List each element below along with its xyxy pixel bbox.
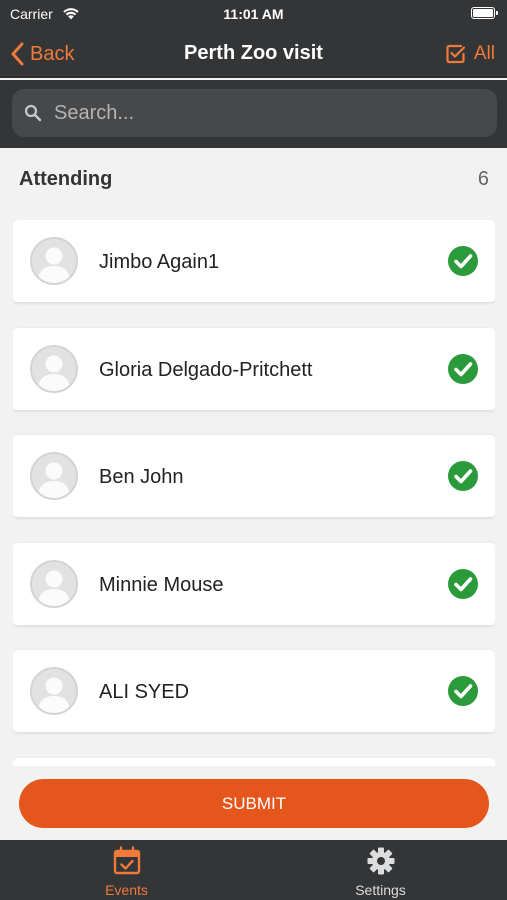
select-all-label: All [473,43,495,64]
navigation-bar: Back Perth Zoo visit All [0,30,507,78]
list-item[interactable]: Jimbo Again1 [13,220,495,302]
list-item[interactable]: Ben John [13,435,495,517]
page-title: Perth Zoo visit [184,42,323,64]
search-input[interactable] [54,101,474,125]
check-circle-icon[interactable] [448,568,478,604]
avatar-icon [30,559,78,608]
calendar-check-icon [113,846,141,875]
tab-events[interactable]: Events [0,840,253,900]
attendee-list: Jimbo Again1 Gloria Delgado-Pritchett Be… [13,220,495,766]
clock-time: 11:01 AM [223,6,284,22]
section-title: Attending [19,168,113,190]
gear-icon [367,847,395,875]
attendee-name: Minnie Mouse [99,573,224,596]
tab-events-label: Events [105,882,148,898]
attendee-name: Gloria Delgado-Pritchett [99,358,313,381]
check-circle-icon[interactable] [448,676,478,711]
tab-settings[interactable]: Settings [254,840,507,900]
status-bar: Carrier 11:01 AM [0,0,507,30]
search-icon [24,104,42,122]
submit-area: SUBMIT [0,766,507,840]
avatar-icon [30,452,78,500]
list-item[interactable]: Minnie Mouse [13,542,495,625]
attendee-name: Jimbo Again1 [99,251,220,273]
search-box[interactable] [12,89,497,137]
list-item-partial[interactable] [13,757,495,766]
tab-bar: Events Settings [0,840,507,900]
checkbox-checked-icon [446,44,465,64]
check-circle-icon[interactable] [448,246,478,281]
check-circle-icon[interactable] [448,461,478,496]
attendee-count: 6 [477,168,489,190]
submit-button[interactable]: SUBMIT [19,779,489,828]
check-circle-icon[interactable] [448,353,478,389]
attendee-name: ALI SYED [99,681,190,703]
search-bar [0,80,507,148]
avatar-icon [30,237,78,285]
list-item[interactable]: Gloria Delgado-Pritchett [13,327,495,410]
avatar-icon [30,344,78,393]
attendee-name: Ben John [99,466,184,488]
battery-icon [471,7,498,19]
section-header: Attending 6 [0,148,507,210]
list-item[interactable]: ALI SYED [13,650,495,732]
select-all-button[interactable]: All [446,40,495,68]
tab-settings-label: Settings [355,882,406,898]
avatar-icon [30,667,78,715]
